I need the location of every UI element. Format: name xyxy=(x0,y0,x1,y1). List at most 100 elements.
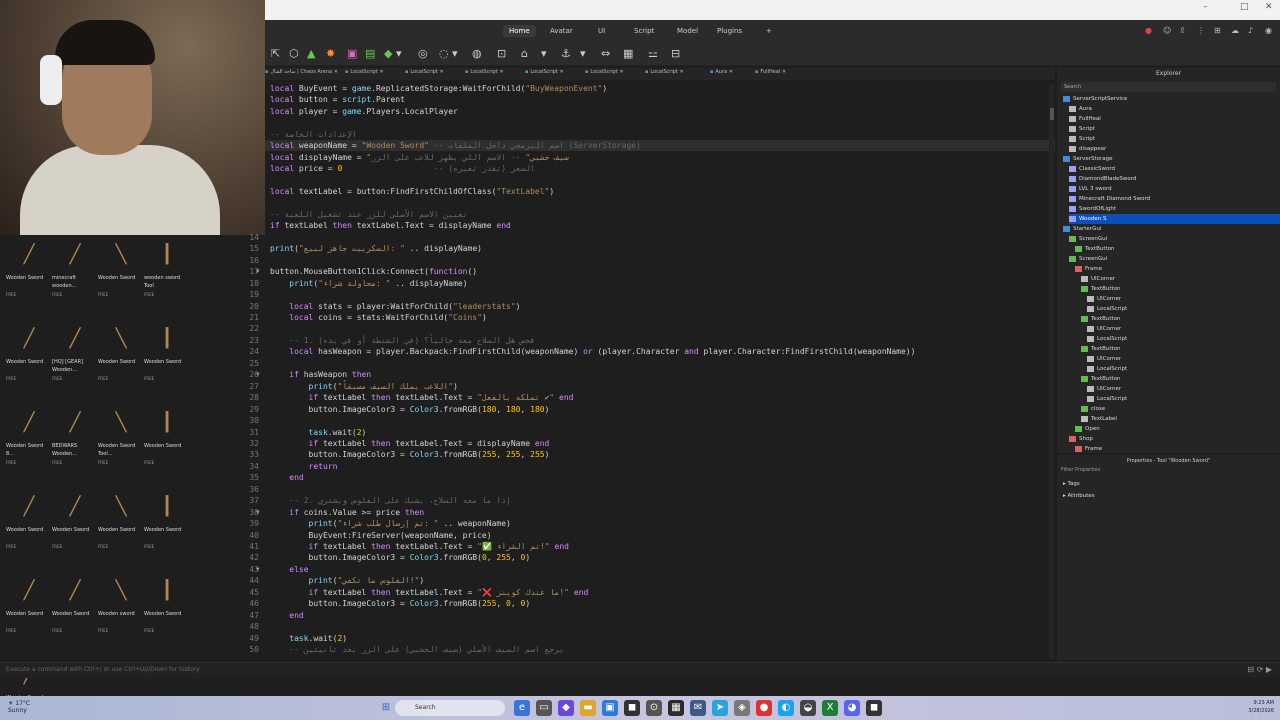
bell-icon[interactable]: ♪ xyxy=(1248,26,1253,35)
asset-item[interactable]: ╱ Wooden Sword FREE xyxy=(52,576,98,658)
explorer-node[interactable]: LocalScript xyxy=(1087,364,1280,374)
explorer-node[interactable]: TextLabel xyxy=(1081,414,1280,424)
explorer-node[interactable]: DiamondBladeSword xyxy=(1069,174,1280,184)
asset-item[interactable]: ╱ Wooden Sword FREE xyxy=(6,324,52,406)
avatar-icon[interactable]: ◉ xyxy=(1265,26,1272,35)
asset-item[interactable]: ┃ wooden sword Tool FREE xyxy=(144,240,190,322)
effects-icon[interactable]: ◎ xyxy=(418,47,428,60)
tab-home[interactable]: Home xyxy=(503,25,536,37)
close-tab-icon[interactable]: ✕ xyxy=(780,69,786,75)
anchor-icon[interactable]: ⚓ xyxy=(561,47,571,60)
app-icon[interactable]: ▦ xyxy=(668,700,684,716)
code-line[interactable]: 18 print("محاولة شراء: " .. displayName) xyxy=(249,278,1055,289)
code-line[interactable]: local BuyEvent = game.ReplicatedStorage:… xyxy=(265,83,1055,94)
code-line[interactable]: 33 button.ImageColor3 = Color3.fromRGB(2… xyxy=(249,449,1055,460)
output-icons[interactable]: ⊟ ⟳ ▶ xyxy=(1247,665,1272,674)
chevron-down-icon[interactable]: ▾ xyxy=(580,47,586,60)
explorer-node[interactable]: Script xyxy=(1069,124,1280,134)
code-line[interactable]: 25 xyxy=(249,358,1055,369)
explorer-node[interactable]: Script xyxy=(1069,134,1280,144)
part-icon[interactable]: ⬡ xyxy=(289,47,299,60)
code-line[interactable]: local weaponName = "Wooden Sword" -- اسم… xyxy=(265,140,1055,152)
app-icon[interactable]: ◒ xyxy=(800,700,816,716)
code-line[interactable]: 35 end xyxy=(249,472,1055,483)
code-line[interactable]: 20 local stats = player:WaitForChild("le… xyxy=(249,301,1055,312)
explorer-node[interactable]: ScreenGui xyxy=(1069,254,1280,264)
light-icon[interactable]: ◌ xyxy=(439,47,449,60)
asset-item[interactable]: ╲ Wooden Sword FREE xyxy=(98,324,144,406)
command-input[interactable]: Execute a command with Ctrl+/ or use Ctr… xyxy=(6,666,200,673)
code-line[interactable]: 15 print("السكريبت جاهز لبيع: " .. displa… xyxy=(249,243,1055,254)
code-line[interactable]: -- تعيين الاسم الأصلي للزر عند تشغيل الل… xyxy=(265,209,1055,220)
editor-tab[interactable]: ▪ LocalScript ✕ xyxy=(525,69,564,75)
explorer-node[interactable]: TextButton xyxy=(1081,284,1280,294)
asset-item[interactable]: ┃ Wooden Sword FREE xyxy=(144,492,190,574)
close-tab-icon[interactable]: ✕ xyxy=(618,69,623,75)
explorer-search-input[interactable]: Search xyxy=(1061,82,1276,92)
code-line[interactable]: 14 xyxy=(249,232,1055,243)
close-tab-icon[interactable]: ✕ xyxy=(727,69,733,75)
folder-icon[interactable]: ▬ xyxy=(580,700,596,716)
code-line[interactable]: 24 local hasWeapon = player.Backpack:Fin… xyxy=(249,346,1055,357)
app-icon[interactable]: ◈ xyxy=(734,700,750,716)
editor-tab[interactable]: ▪ LocalScript ✕ xyxy=(345,69,384,75)
code-line[interactable]: 30 xyxy=(249,415,1055,426)
maximize-icon[interactable]: □ xyxy=(1240,2,1249,12)
asset-item[interactable]: ╲ Wooden Sword FREE xyxy=(98,240,144,322)
code-line[interactable]: 41 if textLabel then textLabel.Text = "✅… xyxy=(249,541,1055,552)
explorer-node[interactable]: UICorner xyxy=(1087,324,1280,334)
close-tab-icon[interactable]: ✕ xyxy=(438,69,443,75)
minimize-icon[interactable]: – xyxy=(1203,2,1208,12)
asset-item[interactable]: ╱ Wooden Sword FREE xyxy=(52,492,98,574)
explorer-node[interactable]: StarterGui xyxy=(1063,224,1280,234)
close-tab-icon[interactable]: ✕ xyxy=(332,69,338,75)
asset-item[interactable]: ╱ minecraft wooden... FREE xyxy=(52,240,98,322)
code-line[interactable] xyxy=(265,198,1055,209)
grid-icon[interactable]: ⊞ xyxy=(1214,26,1221,35)
explorer-node[interactable]: LocalScript xyxy=(1087,394,1280,404)
ui-icon[interactable]: ▣ xyxy=(347,47,357,60)
code-line[interactable]: 32 if textLabel then textLabel.Text = di… xyxy=(249,438,1055,449)
fold-chevron-icon[interactable]: ▼ xyxy=(256,507,260,518)
select-tool-icon[interactable]: ⇱ xyxy=(271,47,280,60)
asset-item[interactable]: ╱ Wooden Sword FREE xyxy=(6,576,52,658)
code-line[interactable]: 43 ▼ else xyxy=(249,564,1055,575)
code-line[interactable]: local player = game.Players.LocalPlayer xyxy=(265,106,1055,117)
explorer-node[interactable]: FullHeal xyxy=(1069,114,1280,124)
asset-item[interactable]: ┃ Wooden Sword FREE xyxy=(144,576,190,658)
code-line[interactable]: local price = 0 -- السعر (تقدر تغيره) xyxy=(265,163,1055,174)
editor-tab[interactable]: ▪ LocalScript ✕ xyxy=(645,69,684,75)
align-icon[interactable]: ▦ xyxy=(623,47,633,60)
explorer-node[interactable]: Shop xyxy=(1069,434,1280,444)
camera-icon[interactable]: ◍ xyxy=(472,47,482,60)
app-icon[interactable]: ◐ xyxy=(778,700,794,716)
editor-tab[interactable]: ▪ LocalScript ✕ xyxy=(585,69,624,75)
code-line[interactable]: local textLabel = button:FindFirstChildO… xyxy=(265,186,1055,197)
close-tab-icon[interactable]: ✕ xyxy=(378,69,383,75)
code-line[interactable]: 31 task.wait(2) xyxy=(249,427,1055,438)
tab-model[interactable]: Model xyxy=(671,25,704,37)
dots-icon[interactable]: ⋮ xyxy=(1197,26,1205,35)
model-icon[interactable]: ◆ xyxy=(384,47,392,60)
dropdown-chevron-icon[interactable]: ▾ xyxy=(396,47,402,60)
fold-chevron-icon[interactable]: ▼ xyxy=(256,369,260,380)
app-icon[interactable]: ✉ xyxy=(690,700,706,716)
explorer-node[interactable]: TextButton xyxy=(1081,314,1280,324)
properties-section-attributes[interactable]: ▸ Attributes xyxy=(1063,493,1095,499)
close-tab-icon[interactable]: ✕ xyxy=(558,69,563,75)
explorer-node[interactable]: LVL 3 sword xyxy=(1069,184,1280,194)
code-line[interactable]: 29 button.ImageColor3 = Color3.fromRGB(1… xyxy=(249,404,1055,415)
code-line[interactable]: 34 return xyxy=(249,461,1055,472)
explorer-node[interactable]: UICorner xyxy=(1087,294,1280,304)
discord-icon[interactable]: ◕ xyxy=(844,700,860,716)
explorer-node[interactable]: Frame xyxy=(1075,264,1280,274)
explorer-node[interactable]: Minecraft Diamond Sword xyxy=(1069,194,1280,204)
command-bar[interactable]: Execute a command with Ctrl+/ or use Ctr… xyxy=(0,662,1280,678)
code-line[interactable]: 47 end xyxy=(249,610,1055,621)
explorer-node[interactable]: LocalScript xyxy=(1087,334,1280,344)
record-icon[interactable]: ● xyxy=(1145,26,1152,35)
code-line[interactable]: 17 ▼ button.MouseButton1Click:Connect(func… xyxy=(249,266,1055,277)
explorer-node[interactable]: TextButton xyxy=(1081,374,1280,384)
code-line[interactable]: if textLabel then textLabel.Text = displ… xyxy=(265,220,1055,231)
asset-item[interactable]: ╱ BEDWARS Wooden... FREE xyxy=(52,408,98,490)
